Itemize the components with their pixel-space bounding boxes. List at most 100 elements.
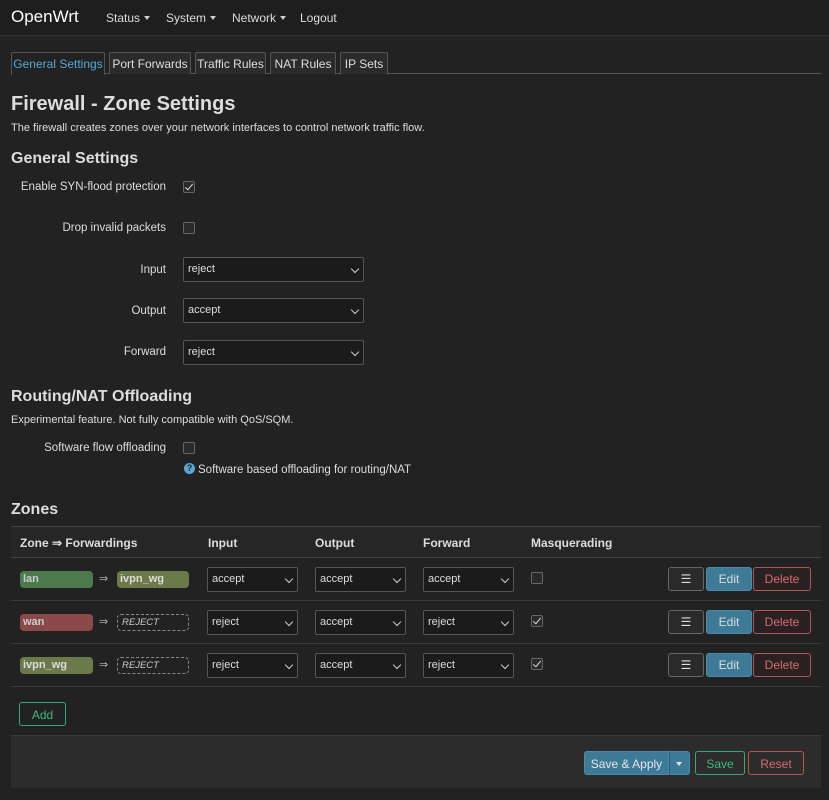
save-button[interactable]: Save [695, 751, 745, 775]
zone-wan-masq-checkbox[interactable] [531, 615, 543, 627]
col-forward: Forward [423, 536, 471, 550]
help-icon: ? [184, 463, 195, 474]
tab-ip-sets[interactable]: IP Sets [340, 52, 388, 74]
chevron-down-icon [350, 305, 360, 315]
zone-target-ivpn-wg: ivpn_wg [117, 571, 189, 588]
chevron-down-icon [392, 617, 402, 627]
zone-ivpn-wg-delete-button[interactable]: Delete [753, 653, 811, 677]
zone-wan-more-button[interactable]: ☰ [668, 610, 704, 634]
tab-nat-rules[interactable]: NAT Rules [270, 52, 336, 74]
tab-traffic-rules[interactable]: Traffic Rules [195, 52, 266, 74]
brand-logo[interactable]: OpenWrt [11, 7, 79, 27]
nav-network[interactable]: Network [232, 11, 287, 25]
input-policy-value: reject [188, 263, 215, 275]
zone-lan-delete-button[interactable]: Delete [753, 567, 811, 591]
zone-ivpn-wg-input-select[interactable]: reject [207, 653, 298, 678]
zone-wan-edit-button[interactable]: Edit [706, 610, 752, 634]
chevron-down-icon [350, 347, 360, 357]
nav-status-label: Status [106, 11, 141, 25]
nav-system-label: System [166, 11, 207, 25]
chevron-down-icon [284, 660, 294, 670]
zone-wan-input-select[interactable]: reject [207, 610, 298, 635]
page-description: The firewall creates zones over your net… [11, 122, 425, 134]
col-masquerading: Masquerading [531, 536, 613, 550]
col-zone-forwardings: Zone ⇒ Forwardings [20, 536, 138, 550]
zone-wan-output-value: accept [320, 616, 353, 628]
output-policy-value: accept [188, 304, 221, 316]
zone-badge-ivpn-wg: ivpn_wg [20, 657, 93, 674]
add-zone-button[interactable]: Add [19, 702, 66, 726]
caret-down-icon [210, 16, 217, 20]
reset-button[interactable]: Reset [748, 751, 804, 775]
save-apply-dropdown-button[interactable] [669, 751, 690, 775]
zones-table-header: Zone ⇒ Forwardings Input Output Forward … [11, 526, 821, 558]
top-navbar: OpenWrt Status System Network Logout [0, 0, 829, 36]
col-input: Input [208, 536, 238, 550]
zone-wan-delete-button[interactable]: Delete [753, 610, 811, 634]
chevron-down-icon [392, 660, 402, 670]
zone-lan-masq-checkbox[interactable] [531, 572, 543, 584]
output-policy-select[interactable]: accept [183, 298, 364, 323]
forward-policy-value: reject [188, 346, 215, 358]
nav-network-label: Network [232, 11, 277, 25]
zone-target-reject: REJECT [117, 657, 189, 674]
offloading-description: Experimental feature. Not fully compatib… [11, 414, 294, 426]
zone-target-reject: REJECT [117, 614, 189, 631]
zone-ivpn-wg-input-value: reject [212, 659, 239, 671]
zone-lan-output-value: accept [320, 573, 353, 585]
zone-wan-forward-select[interactable]: reject [423, 610, 514, 635]
forward-policy-select[interactable]: reject [183, 340, 364, 365]
zone-ivpn-wg-forward-value: reject [428, 659, 455, 671]
zone-badge-wan: wan [20, 614, 93, 631]
output-policy-label: Output [131, 305, 166, 317]
zone-lan-more-button[interactable]: ☰ [668, 567, 704, 591]
tab-port-forwards[interactable]: Port Forwards [109, 52, 191, 74]
caret-down-icon [676, 762, 682, 766]
chevron-down-icon [500, 660, 510, 670]
caret-down-icon [144, 16, 151, 20]
zone-wan-forward-value: reject [428, 616, 455, 628]
offloading-heading: Routing/NAT Offloading [11, 388, 192, 405]
nav-status[interactable]: Status [106, 11, 151, 25]
general-settings-heading: General Settings [11, 150, 139, 167]
zone-ivpn-wg-output-select[interactable]: accept [315, 653, 406, 678]
nav-system[interactable]: System [166, 11, 217, 25]
forward-arrow: ⇒ [99, 616, 109, 628]
drop-invalid-checkbox[interactable] [183, 222, 195, 234]
page-title: Firewall - Zone Settings [11, 93, 236, 115]
nav-logout[interactable]: Logout [300, 11, 337, 25]
zone-wan-input-value: reject [212, 616, 239, 628]
zone-lan-forward-value: accept [428, 573, 461, 585]
zone-ivpn-wg-more-button[interactable]: ☰ [668, 653, 704, 677]
drop-invalid-label: Drop invalid packets [62, 222, 166, 234]
syn-flood-label: Enable SYN-flood protection [20, 181, 166, 193]
forward-arrow: ⇒ [99, 573, 109, 585]
save-apply-button[interactable]: Save & Apply [584, 751, 669, 775]
zone-ivpn-wg-masq-checkbox[interactable] [531, 658, 543, 670]
forward-arrow: ⇒ [99, 659, 109, 671]
tab-bar: General Settings Port Forwards Traffic R… [11, 52, 821, 75]
zone-ivpn-wg-edit-button[interactable]: Edit [706, 653, 752, 677]
tab-general-settings[interactable]: General Settings [11, 52, 105, 75]
zones-heading: Zones [11, 501, 59, 518]
zone-row-ivpn-wg: ivpn_wg ⇒ REJECT reject accept reject ☰ … [11, 644, 821, 687]
chevron-down-icon [284, 574, 294, 584]
software-offloading-label: Software flow offloading [44, 442, 166, 454]
zone-lan-forward-select[interactable]: accept [423, 567, 514, 592]
col-output: Output [315, 536, 355, 550]
input-policy-select[interactable]: reject [183, 257, 364, 282]
zone-lan-output-select[interactable]: accept [315, 567, 406, 592]
zone-lan-edit-button[interactable]: Edit [706, 567, 752, 591]
caret-down-icon [280, 16, 287, 20]
zone-ivpn-wg-forward-select[interactable]: reject [423, 653, 514, 678]
chevron-down-icon [392, 574, 402, 584]
input-policy-label: Input [140, 264, 166, 276]
zone-row-lan: lan ⇒ ivpn_wg accept accept accept ☰ Edi… [11, 558, 821, 601]
syn-flood-checkbox[interactable] [183, 181, 195, 193]
chevron-down-icon [350, 264, 360, 274]
zone-wan-output-select[interactable]: accept [315, 610, 406, 635]
chevron-down-icon [500, 617, 510, 627]
zone-row-wan: wan ⇒ REJECT reject accept reject ☰ Edit… [11, 601, 821, 644]
software-offloading-checkbox[interactable] [183, 442, 195, 454]
zone-lan-input-select[interactable]: accept [207, 567, 298, 592]
